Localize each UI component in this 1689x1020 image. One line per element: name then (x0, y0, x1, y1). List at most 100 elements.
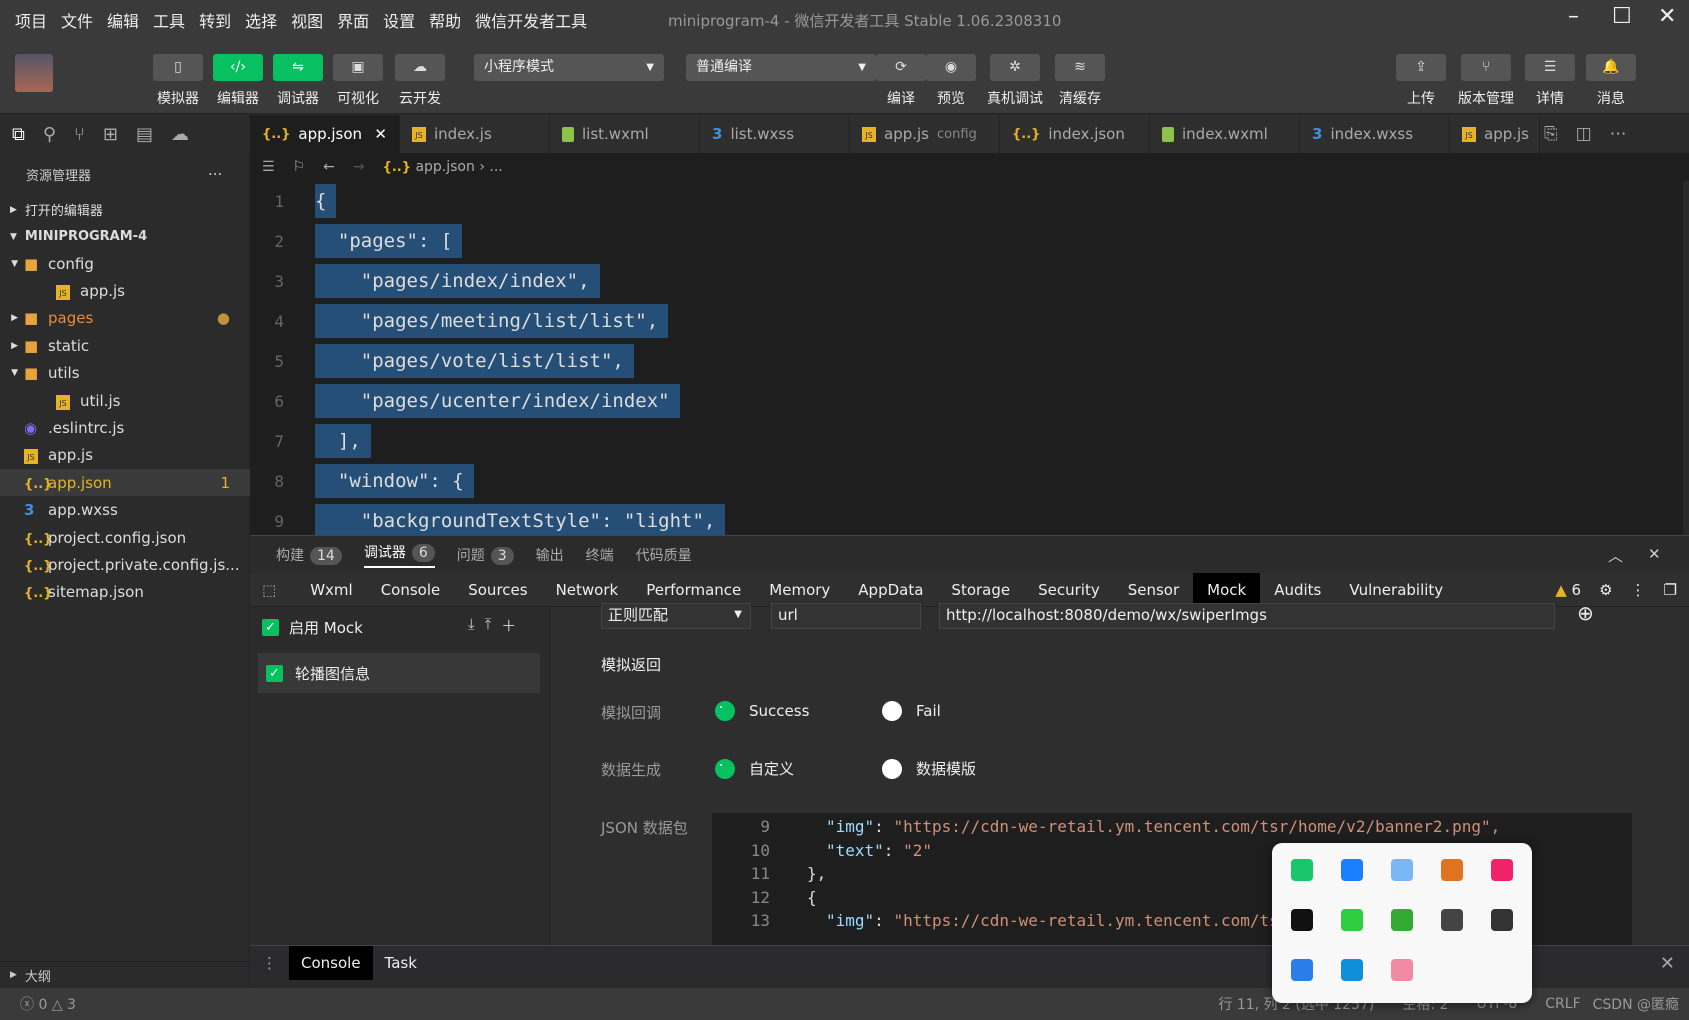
mock-rule-item[interactable]: ✓ 轮播图信息 (258, 653, 540, 693)
dock-icon[interactable]: ❐ (1664, 581, 1677, 599)
editor-tab[interactable]: 3 index.wxss (1300, 115, 1450, 153)
editor-tab[interactable]: 3 list.wxss (700, 115, 850, 153)
devtools-tab[interactable]: Vulnerability (1335, 573, 1457, 607)
forward-icon[interactable]: → (353, 159, 365, 175)
panel-tab[interactable]: 问题 3 (457, 545, 514, 565)
nvidia-icon[interactable] (1391, 909, 1413, 931)
file-tree-item[interactable]: {..} project.private.config.js... (0, 551, 250, 578)
baidu-netdisk-icon[interactable] (1391, 859, 1413, 881)
inspect-icon[interactable]: ⬚ (250, 581, 296, 599)
file-tree-item[interactable]: JS app.js (0, 277, 250, 304)
devtools-tab[interactable]: Sources (454, 573, 541, 607)
editor-tab[interactable]: JS app.js config (850, 115, 1000, 153)
breadcrumb-file[interactable]: {..} app.json › ... (383, 159, 503, 175)
list-icon[interactable]: ☰ (262, 159, 275, 175)
editor-tab[interactable]: index.wxml (1150, 115, 1300, 153)
menu-wechat-devtools[interactable]: 微信开发者工具 (468, 8, 594, 32)
compile-button-0[interactable]: ⟳ 编译 (873, 54, 929, 108)
maximize-icon[interactable]: ☐ (1612, 4, 1632, 29)
radio-fail[interactable]: Fail (882, 701, 941, 721)
code-editor[interactable]: ☰ ⚐ ← → {..} app.json › ... 1{2 "pages":… (250, 153, 1689, 538)
back-icon[interactable]: ← (323, 159, 335, 175)
keyboard-icon[interactable] (1441, 909, 1463, 931)
panel-tab[interactable]: 输出 (536, 545, 564, 565)
radio-custom[interactable]: 自定义 (715, 758, 794, 779)
settings-icon[interactable]: ⚙ (1599, 581, 1612, 599)
panel-tab[interactable]: 调试器 6 (363, 542, 435, 568)
toolbar-button-1[interactable]: ‹/› 编辑器 (210, 54, 266, 108)
toolbar-button-4[interactable]: ☁ 云开发 (392, 54, 448, 108)
editor-tab[interactable]: {..} app.json ✕ (250, 115, 400, 153)
explorer-more-button[interactable]: ... (208, 161, 222, 179)
project-button-1[interactable]: ⑂ 版本管理 (1458, 54, 1514, 108)
project-button-2[interactable]: ☰ 详情 (1522, 54, 1578, 108)
drawer-tab-console[interactable]: Console (289, 946, 373, 980)
enable-mock-toggle[interactable]: ✓ 启用 Mock (262, 617, 363, 638)
menu-goto[interactable]: 转到 (192, 8, 238, 32)
close-drawer-icon[interactable]: ✕ (1660, 953, 1689, 974)
match-value-input[interactable]: http://localhost:8080/demo/wx/swiperImgs (939, 603, 1555, 629)
menu-tools[interactable]: 工具 (146, 8, 192, 32)
editor-scrollbar[interactable] (1683, 181, 1689, 535)
menu-edit[interactable]: 编辑 (100, 8, 146, 32)
iqiyi-icon[interactable] (1291, 859, 1313, 881)
radio-success[interactable]: Success (715, 701, 809, 721)
devtools-tab[interactable]: Wxml (296, 573, 367, 607)
explorer-icon[interactable]: ⧉ (12, 124, 25, 145)
bookmark-icon[interactable]: ⚐ (293, 159, 306, 175)
close-tab-icon[interactable]: ✕ (374, 125, 387, 143)
wechat-icon[interactable] (1341, 909, 1363, 931)
devtools-tab[interactable]: Console (367, 573, 455, 607)
menu-help[interactable]: 帮助 (422, 8, 468, 32)
project-section[interactable]: ▼ MINIPROGRAM-4 (0, 223, 250, 250)
file-tree-item[interactable]: ▼ ■ utils (0, 360, 250, 387)
file-tree-item[interactable]: {..} sitemap.json (0, 579, 250, 606)
devtools-tab[interactable]: Storage (937, 573, 1024, 607)
match-field-input[interactable]: url (771, 603, 921, 629)
toolbar-button-2[interactable]: ⇋ 调试器 (270, 54, 326, 108)
file-tree-item[interactable]: ▶ ■ pages ● (0, 305, 250, 332)
search-icon[interactable]: ⚲ (43, 124, 56, 145)
storage-icon[interactable]: ▤ (136, 124, 153, 145)
kebab-icon[interactable]: ⋮ (1631, 581, 1646, 599)
match-type-select[interactable]: 正则匹配 ▼ (601, 603, 751, 629)
devtools-tab[interactable]: Security (1024, 573, 1114, 607)
drawer-menu-icon[interactable]: ⋮ (250, 954, 289, 972)
file-tree-item[interactable]: ◉ .eslintrc.js (0, 414, 250, 441)
editor-tab[interactable]: list.wxml (550, 115, 700, 153)
file-tree-item[interactable]: JS app.js (0, 442, 250, 469)
devtools-tab[interactable]: Sensor (1114, 573, 1193, 607)
devtools-tab[interactable]: Mock (1193, 572, 1261, 607)
more-icon[interactable]: ⋯ (1610, 124, 1627, 144)
devtools-tab[interactable]: Performance (632, 573, 755, 607)
file-tree-item[interactable]: ▼ ■ config (0, 250, 250, 277)
menu-view[interactable]: 视图 (284, 8, 330, 32)
devtools-tab[interactable]: Audits (1260, 573, 1335, 607)
defender-icon[interactable] (1291, 959, 1313, 981)
feishu-icon[interactable] (1341, 859, 1363, 881)
devtools-tab[interactable]: Network (542, 573, 633, 607)
bilibili-icon[interactable] (1391, 959, 1413, 981)
menu-file[interactable]: 文件 (54, 8, 100, 32)
extensions-icon[interactable]: ⊞ (103, 124, 118, 145)
collapse-panel-icon[interactable]: ︿ (1608, 545, 1623, 566)
export-icon[interactable]: ⤒ (485, 615, 492, 636)
file-tree-item[interactable]: {..} project.config.json (0, 524, 250, 551)
project-button-0[interactable]: ⇪ 上传 (1393, 54, 1449, 108)
kuaishou-icon[interactable] (1491, 859, 1513, 881)
checkbox-icon[interactable]: ✓ (266, 664, 283, 682)
close-icon[interactable]: ✕ (1658, 4, 1676, 29)
checkbox-icon[interactable]: ✓ (262, 619, 279, 636)
bookmark-app-icon[interactable] (1291, 909, 1313, 931)
eol[interactable]: CRLF (1545, 996, 1592, 1012)
devtools-tab[interactable]: AppData (844, 573, 937, 607)
compile-select[interactable]: 普通编译 ▼ (686, 54, 876, 81)
mode-select[interactable]: 小程序模式 ▼ (474, 54, 664, 81)
split-editor-icon[interactable]: ◫ (1576, 124, 1592, 144)
warning-count[interactable]: ▲ 6 (1555, 581, 1581, 599)
file-tree-item[interactable]: ▶ ■ static (0, 332, 250, 359)
devtools-tab[interactable]: Memory (755, 573, 844, 607)
menu-select[interactable]: 选择 (238, 8, 284, 32)
source-control-icon[interactable]: ⑂ (74, 124, 85, 145)
add-condition-icon[interactable]: ⊕ (1577, 601, 1594, 625)
